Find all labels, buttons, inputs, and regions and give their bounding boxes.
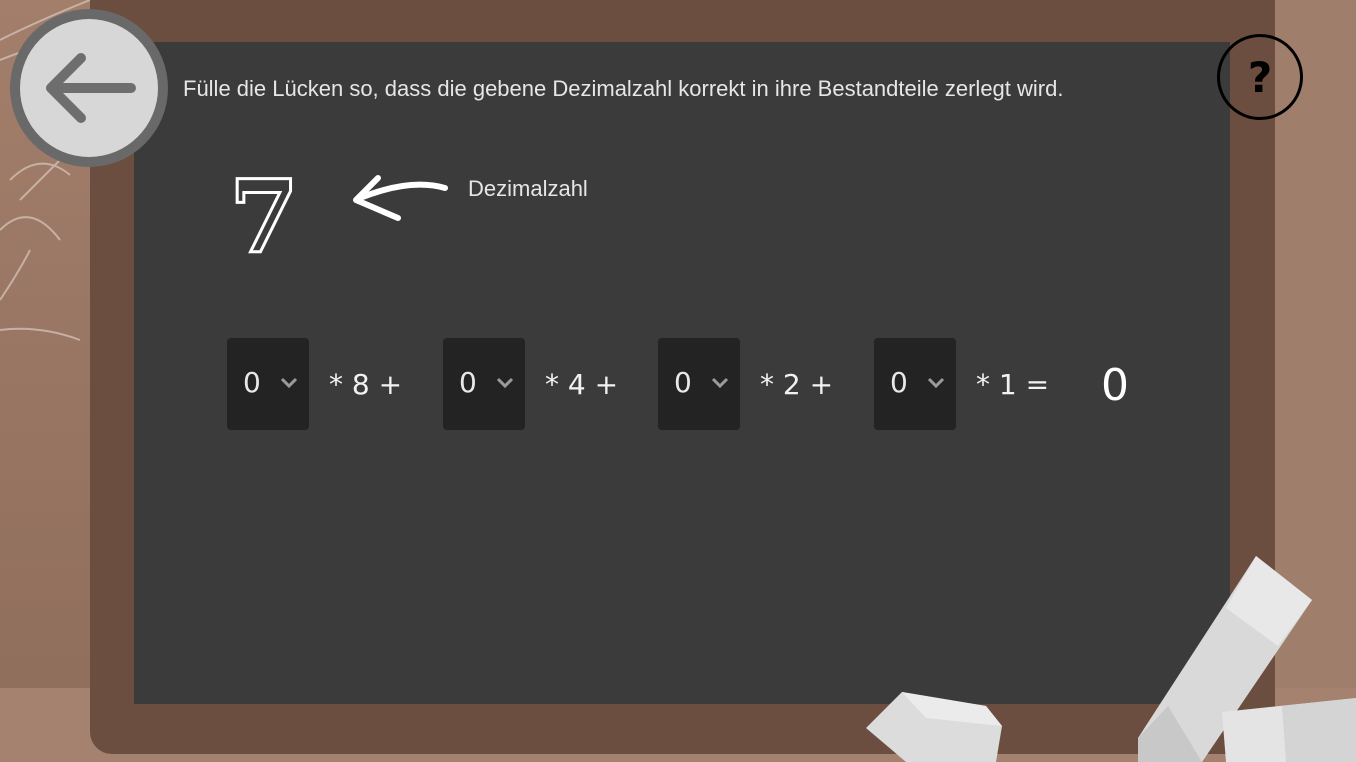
question-icon: ?: [1247, 52, 1273, 102]
operator-times-2: * 2 +: [760, 368, 834, 401]
digit-select-value: 0: [890, 366, 908, 399]
digit-select-1[interactable]: 0: [874, 338, 956, 430]
back-button-inner: [20, 19, 158, 157]
equation-row: 0 * 8 + 0 * 4 + 0 * 2 + 0 * 1 = 0: [227, 338, 1167, 430]
digit-select-2[interactable]: 0: [658, 338, 740, 430]
help-button[interactable]: ?: [1217, 34, 1303, 120]
digit-select-value: 0: [459, 366, 477, 399]
operator-times-1: * 1 =: [976, 368, 1050, 401]
arrow-left-icon: [46, 53, 136, 123]
pointer-arrow-icon: [353, 175, 448, 221]
chevron-down-icon: [280, 377, 298, 389]
chevron-down-icon: [711, 377, 729, 389]
digit-select-8[interactable]: 0: [227, 338, 309, 430]
equation-result: 0: [1101, 360, 1129, 411]
operator-times-4: * 4 +: [545, 368, 619, 401]
back-button[interactable]: [10, 9, 168, 167]
instruction-text: Fülle die Lücken so, dass die gebene Dez…: [183, 76, 1064, 101]
decimal-label: Dezimalzahl: [468, 176, 588, 201]
decimal-number: 7: [234, 168, 294, 260]
digit-select-value: 0: [674, 366, 692, 399]
chevron-down-icon: [496, 377, 514, 389]
chalk-piece-small: [866, 692, 1002, 762]
decimal-number-display: 7: [234, 168, 294, 260]
operator-times-8: * 8 +: [329, 368, 403, 401]
digit-select-value: 0: [243, 366, 261, 399]
chevron-down-icon: [927, 377, 945, 389]
digit-select-4[interactable]: 0: [443, 338, 525, 430]
chalk-piece-right: [1222, 698, 1356, 762]
